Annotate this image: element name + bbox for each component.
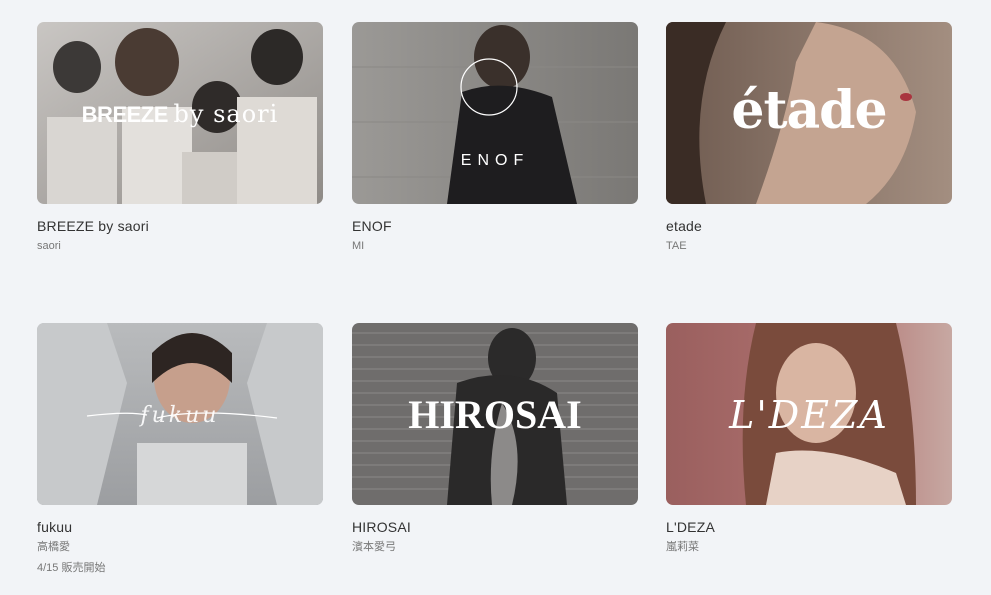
- brand-thumbnail[interactable]: ENOF: [352, 22, 638, 204]
- logo-main-text: BREEZE: [81, 102, 169, 127]
- designer-name: 嵐莉菜: [666, 541, 699, 553]
- brand-name[interactable]: L'DEZA: [666, 518, 952, 536]
- brand-card-enof[interactable]: ENOF ENOF MI: [352, 22, 638, 253]
- designer-name: MI: [352, 240, 365, 252]
- brand-name[interactable]: fukuu: [37, 518, 323, 536]
- brand-card-fukuu[interactable]: fukuu fukuu 高橋愛 4/15 販売開始: [37, 323, 323, 575]
- designer-name: 濱本愛弓: [352, 541, 396, 553]
- brand-thumbnail[interactable]: L'DEZA: [666, 323, 952, 505]
- brand-logo: HIROSAI: [408, 392, 582, 437]
- brand-thumbnail[interactable]: HIROSAI: [352, 323, 638, 505]
- brand-logo: BREEZE by saori: [37, 100, 323, 128]
- brand-photo: [352, 22, 638, 204]
- brand-name[interactable]: HIROSAI: [352, 518, 638, 536]
- brand-thumbnail[interactable]: BREEZE by saori: [37, 22, 323, 204]
- brand-name[interactable]: etade: [666, 217, 952, 235]
- brand-name[interactable]: ENOF: [352, 217, 638, 235]
- brand-logo: ENOF: [460, 152, 530, 169]
- brand-thumbnail[interactable]: fukuu: [37, 323, 323, 505]
- brand-name[interactable]: BREEZE by saori: [37, 217, 323, 235]
- brand-thumbnail[interactable]: étade: [666, 22, 952, 204]
- brand-card-etade[interactable]: étade etade TAE: [666, 22, 952, 253]
- designer-name: TAE: [666, 240, 687, 252]
- sale-start-note: 4/15 販売開始: [37, 562, 106, 574]
- designer-name: saori: [37, 240, 61, 252]
- brand-card-breeze[interactable]: BREEZE by saori BREEZE by saori saori: [37, 22, 323, 253]
- brand-card-ldeza[interactable]: L'DEZA L'DEZA 嵐莉菜: [666, 323, 952, 554]
- designer-name: 高橋愛: [37, 541, 70, 553]
- brand-logo: fukuu: [140, 403, 220, 428]
- brand-card-hirosai[interactable]: HIROSAI HIROSAI 濱本愛弓: [352, 323, 638, 554]
- brand-logo: L'DEZA: [729, 393, 889, 437]
- logo-sub-text: by saori: [173, 100, 279, 128]
- brand-logo: étade: [731, 80, 887, 141]
